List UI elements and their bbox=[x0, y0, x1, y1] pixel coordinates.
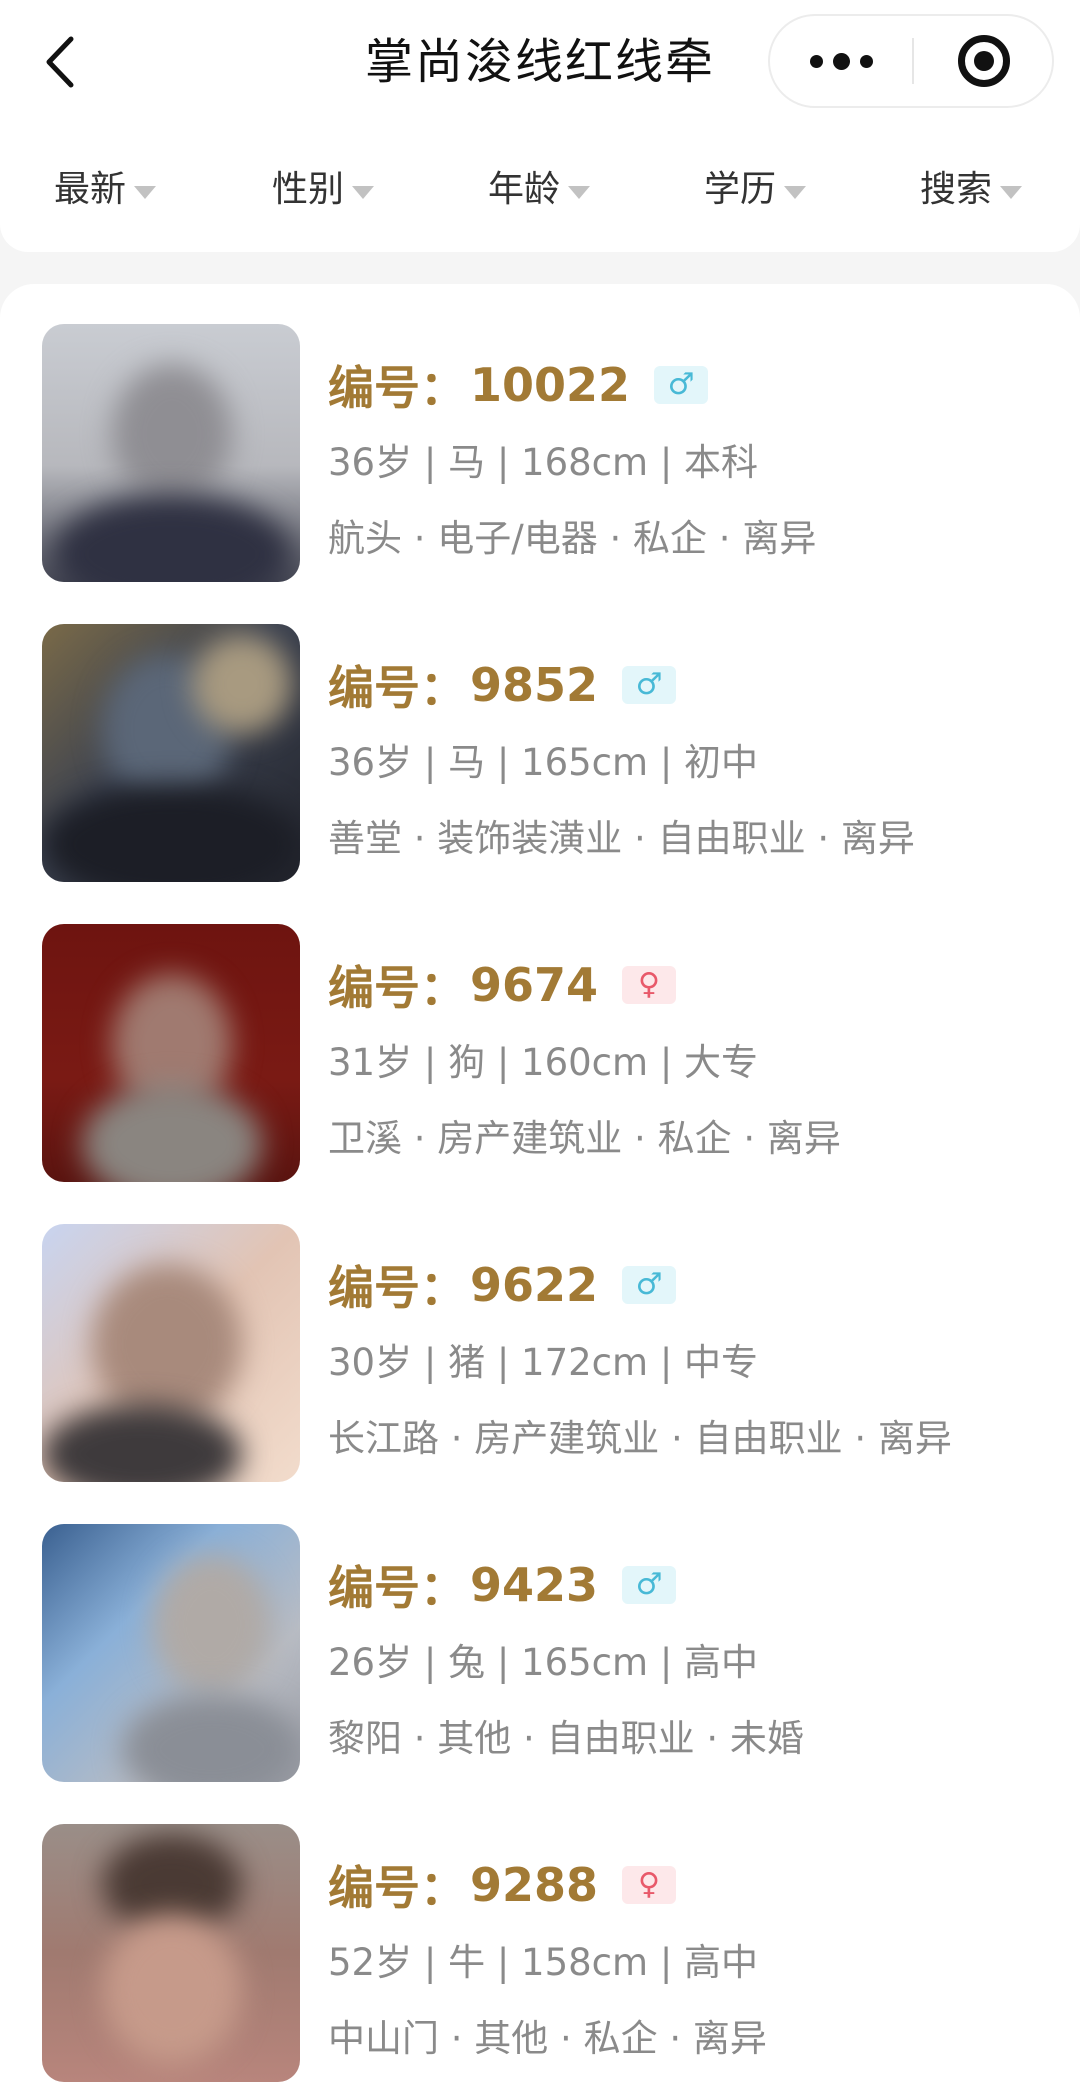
id-label: 编号： bbox=[328, 361, 466, 415]
back-button[interactable] bbox=[30, 30, 90, 94]
more-button[interactable] bbox=[770, 16, 912, 106]
gender-badge: ♂ bbox=[622, 666, 677, 704]
profile-details: 黎阳 · 其他 · 自由职业 · 未婚 bbox=[328, 1717, 804, 1760]
top-bar: 掌尚浚线红线牵 最新 性别 年龄 学历 搜索 bbox=[0, 0, 1080, 252]
filter-bar: 最新 性别 年龄 学历 搜索 bbox=[0, 150, 1080, 230]
profile-id: 9852 bbox=[470, 658, 599, 712]
caret-down-icon bbox=[1000, 185, 1023, 199]
gender-badge: ♂ bbox=[622, 1266, 677, 1304]
id-label: 编号： bbox=[328, 661, 466, 715]
id-label: 编号： bbox=[328, 1861, 466, 1915]
profile-card[interactable]: 编号： 9622 ♂ 30岁 | 猪 | 172cm | 中专 长江路 · 房产… bbox=[0, 1224, 1080, 1482]
close-button[interactable] bbox=[914, 16, 1054, 106]
profile-photo bbox=[42, 1224, 300, 1482]
gender-badge: ♂ bbox=[622, 1566, 677, 1604]
male-icon: ♂ bbox=[667, 367, 695, 402]
male-icon: ♂ bbox=[635, 1267, 663, 1302]
page-title: 掌尚浚线红线牵 bbox=[364, 34, 715, 90]
filter-label: 性别 bbox=[272, 169, 345, 210]
profile-photo bbox=[42, 624, 300, 882]
profile-stats: 26岁 | 兔 | 165cm | 高中 bbox=[328, 1641, 759, 1684]
profile-photo bbox=[42, 1524, 300, 1782]
filter-age[interactable]: 年龄 bbox=[488, 150, 591, 230]
male-icon: ♂ bbox=[635, 667, 663, 702]
profile-card[interactable]: 编号： 9674 ♀ 31岁 | 狗 | 160cm | 大专 卫溪 · 房产建… bbox=[0, 924, 1080, 1182]
filter-latest[interactable]: 最新 bbox=[54, 150, 157, 230]
profile-details: 善堂 · 装饰装潢业 · 自由职业 · 离异 bbox=[328, 817, 915, 860]
male-icon: ♂ bbox=[635, 1567, 663, 1602]
target-circle-icon bbox=[958, 35, 1010, 87]
profile-details: 航头 · 电子/电器 · 私企 · 离异 bbox=[328, 517, 817, 560]
caret-down-icon bbox=[784, 185, 807, 199]
profile-id: 9288 bbox=[470, 1858, 599, 1912]
id-label: 编号： bbox=[328, 1561, 466, 1615]
filter-label: 年龄 bbox=[488, 169, 561, 210]
profile-stats: 31岁 | 狗 | 160cm | 大专 bbox=[328, 1041, 759, 1084]
profile-card[interactable]: 编号： 9288 ♀ 52岁 | 牛 | 158cm | 高中 中山门 · 其他… bbox=[0, 1824, 1080, 2082]
gender-badge: ♀ bbox=[622, 966, 677, 1004]
profile-id: 9622 bbox=[470, 1258, 599, 1312]
profile-card[interactable]: 编号： 9852 ♂ 36岁 | 马 | 165cm | 初中 善堂 · 装饰装… bbox=[0, 624, 1080, 882]
profile-list: 编号： 10022 ♂ 36岁 | 马 | 168cm | 本科 航头 · 电子… bbox=[0, 284, 1080, 2084]
caret-down-icon bbox=[568, 185, 591, 199]
caret-down-icon bbox=[134, 185, 157, 199]
profile-photo bbox=[42, 1824, 300, 2082]
filter-label: 搜索 bbox=[920, 169, 993, 210]
profile-id: 10022 bbox=[470, 358, 631, 412]
female-icon: ♀ bbox=[638, 1867, 661, 1902]
profile-stats: 36岁 | 马 | 165cm | 初中 bbox=[328, 741, 759, 784]
profile-card[interactable]: 编号： 10022 ♂ 36岁 | 马 | 168cm | 本科 航头 · 电子… bbox=[0, 324, 1080, 582]
profile-photo bbox=[42, 324, 300, 582]
gender-badge: ♂ bbox=[654, 366, 709, 404]
profile-details: 中山门 · 其他 · 私企 · 离异 bbox=[328, 2017, 767, 2060]
mini-program-capsule bbox=[768, 14, 1054, 108]
profile-stats: 52岁 | 牛 | 158cm | 高中 bbox=[328, 1941, 759, 1984]
profile-details: 卫溪 · 房产建筑业 · 私企 · 离异 bbox=[328, 1117, 841, 1160]
profile-stats: 36岁 | 马 | 168cm | 本科 bbox=[328, 441, 759, 484]
profile-id: 9423 bbox=[470, 1558, 599, 1612]
gender-badge: ♀ bbox=[622, 1866, 677, 1904]
filter-label: 最新 bbox=[54, 169, 127, 210]
profile-card[interactable]: 编号： 9423 ♂ 26岁 | 兔 | 165cm | 高中 黎阳 · 其他 … bbox=[0, 1524, 1080, 1782]
filter-label: 学历 bbox=[704, 169, 777, 210]
id-label: 编号： bbox=[328, 1261, 466, 1315]
chevron-left-icon bbox=[46, 36, 74, 88]
profile-photo bbox=[42, 924, 300, 1182]
profile-stats: 30岁 | 猪 | 172cm | 中专 bbox=[328, 1341, 759, 1384]
profile-details: 长江路 · 房产建筑业 · 自由职业 · 离异 bbox=[328, 1417, 952, 1460]
filter-search[interactable]: 搜索 bbox=[920, 150, 1023, 230]
filter-gender[interactable]: 性别 bbox=[272, 150, 375, 230]
caret-down-icon bbox=[352, 185, 375, 199]
profile-id: 9674 bbox=[470, 958, 599, 1012]
female-icon: ♀ bbox=[638, 967, 661, 1002]
id-label: 编号： bbox=[328, 961, 466, 1015]
more-dots-icon bbox=[805, 52, 878, 70]
filter-education[interactable]: 学历 bbox=[704, 150, 807, 230]
